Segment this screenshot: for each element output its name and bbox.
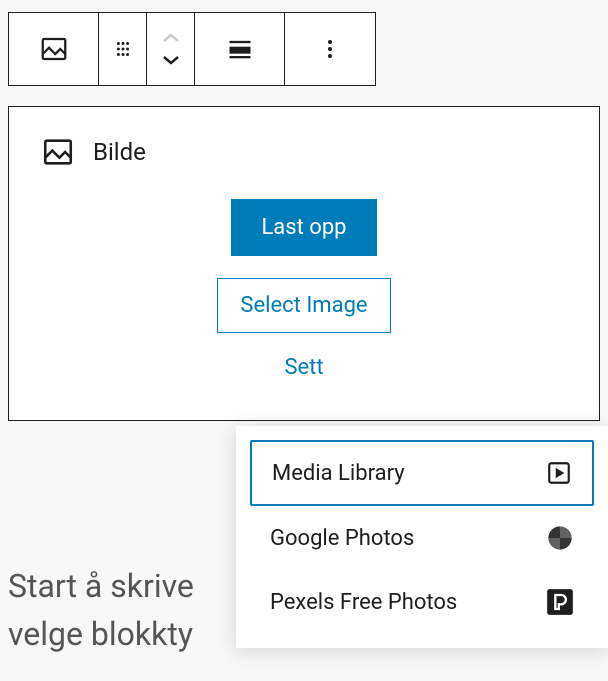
select-image-button[interactable]: Select Image (217, 278, 390, 333)
drag-icon (112, 38, 134, 60)
dropdown-item-media-library[interactable]: Media Library (250, 440, 594, 506)
google-photos-icon (546, 524, 574, 552)
more-icon (327, 37, 333, 61)
dropdown-item-pexels[interactable]: Pexels Free Photos (250, 570, 594, 634)
block-title: Bilde (93, 138, 146, 166)
block-mover (147, 13, 195, 85)
block-actions: Last opp Select Image Sett (41, 199, 567, 380)
upload-button[interactable]: Last opp (231, 199, 376, 256)
chevron-up-icon[interactable] (161, 32, 181, 44)
image-block-placeholder: Bilde Last opp Select Image Sett (8, 106, 600, 421)
dropdown-item-label: Pexels Free Photos (270, 590, 457, 615)
select-image-dropdown: Media Library Google Photos Pexels Free … (236, 426, 608, 648)
media-library-icon (546, 460, 572, 486)
block-header: Bilde (41, 135, 567, 169)
pexels-icon (546, 588, 574, 616)
drag-handle-button[interactable] (99, 13, 147, 85)
align-icon (226, 35, 254, 63)
align-button[interactable] (195, 13, 285, 85)
block-toolbar (8, 12, 376, 86)
block-type-button[interactable] (9, 13, 99, 85)
insert-url-button[interactable]: Sett (284, 355, 323, 380)
image-icon (39, 34, 69, 64)
image-icon (41, 135, 75, 169)
chevron-down-icon[interactable] (161, 54, 181, 66)
prompt-line-1: Start å skrive (8, 567, 194, 605)
prompt-line-2: velge blokkty (8, 615, 193, 653)
more-options-button[interactable] (285, 13, 375, 85)
dropdown-item-label: Google Photos (270, 526, 414, 551)
dropdown-item-label: Media Library (272, 461, 405, 486)
dropdown-item-google-photos[interactable]: Google Photos (250, 506, 594, 570)
editor-prompt[interactable]: Start å skrive velge blokkty (8, 562, 194, 658)
